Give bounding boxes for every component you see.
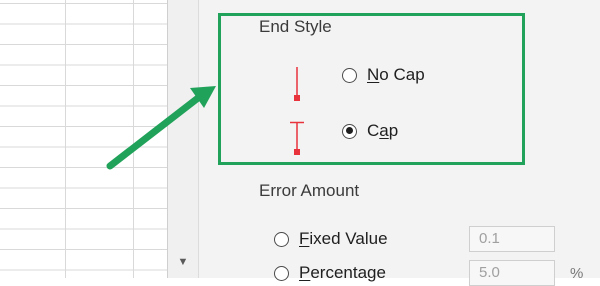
percentage-option[interactable]: Percentage: [274, 263, 386, 283]
no-cap-radio[interactable]: [342, 67, 357, 83]
vertical-scrollbar[interactable]: ▼: [167, 0, 198, 278]
cap-radio[interactable]: [342, 123, 357, 139]
error-amount-heading: Error Amount: [259, 181, 360, 200]
scroll-down-arrow-icon[interactable]: ▼: [175, 252, 191, 272]
format-error-bars-pane: End Style No Cap Cap Error Amount Fixed …: [199, 0, 600, 286]
no-cap-option[interactable]: No Cap: [342, 65, 425, 85]
cap-option[interactable]: Cap: [342, 121, 398, 141]
cap-preview-icon: [290, 121, 304, 155]
percentage-label: Percentage: [299, 263, 386, 282]
percentage-unit: %: [570, 265, 584, 282]
no-cap-preview-icon: [294, 67, 300, 101]
end-style-heading: End Style: [259, 17, 332, 36]
fixed-value-radio[interactable]: [274, 231, 289, 247]
percentage-radio[interactable]: [274, 265, 289, 281]
cap-label: Cap: [367, 121, 399, 140]
percentage-input[interactable]: 5.0: [469, 260, 555, 286]
fixed-value-option[interactable]: Fixed Value: [274, 229, 388, 249]
no-cap-label: No Cap: [367, 65, 425, 84]
worksheet-grid[interactable]: [0, 0, 167, 278]
fixed-value-input[interactable]: 0.1: [469, 226, 555, 252]
fixed-value-label: Fixed Value: [299, 229, 388, 248]
